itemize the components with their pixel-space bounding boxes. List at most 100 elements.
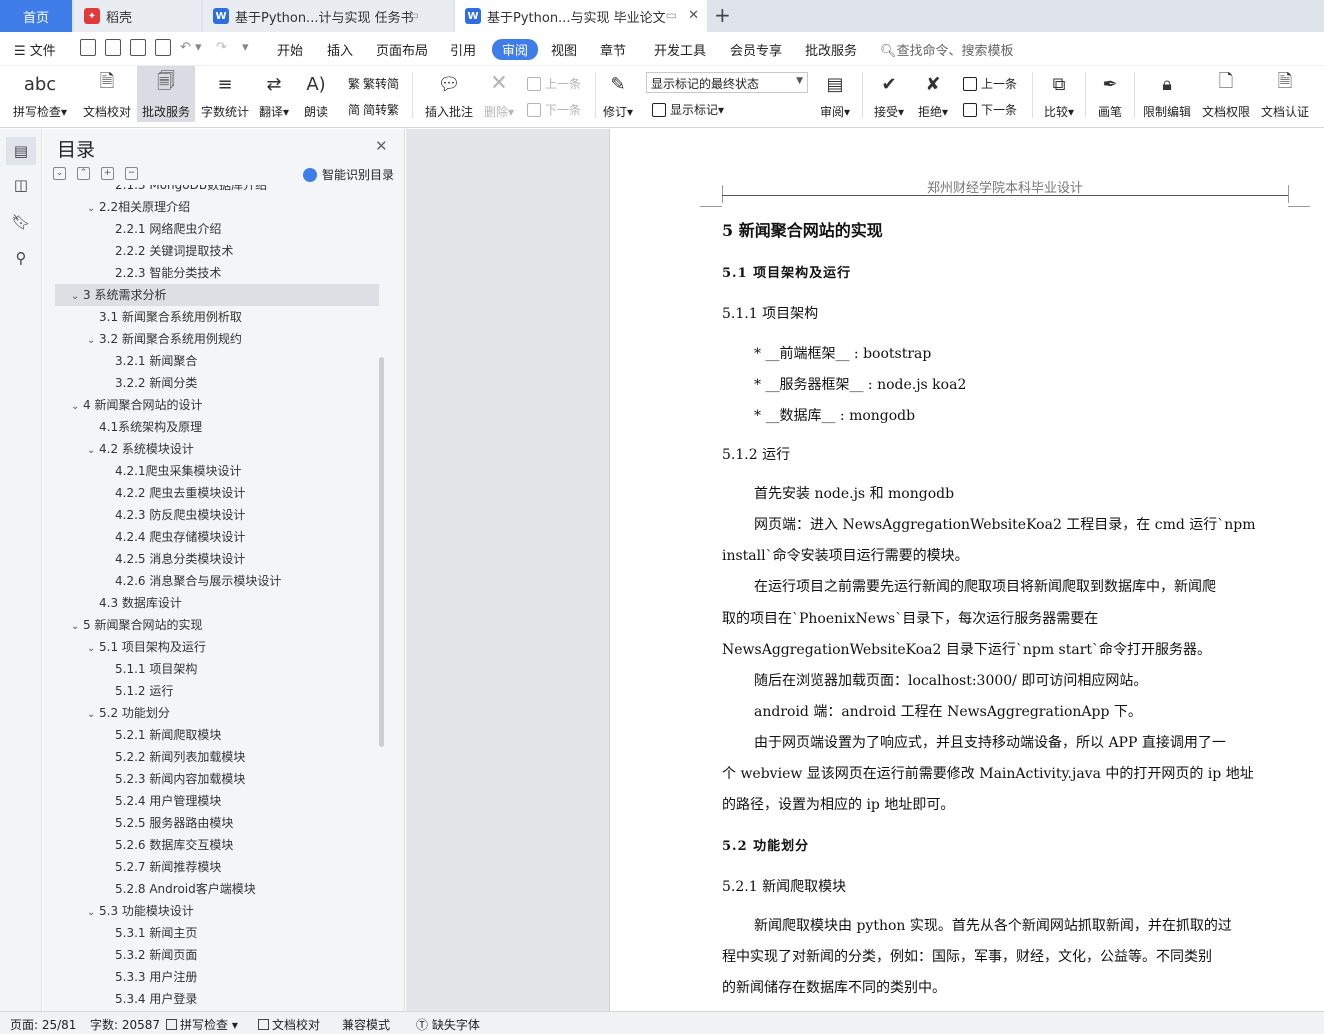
review-service-button[interactable]: 🗐 批改服务: [137, 66, 195, 122]
tab-document-1[interactable]: W 基于Python...计与实现 任务书 ▭: [203, 0, 453, 32]
menu-references[interactable]: 引用: [450, 40, 476, 59]
chevron-down-icon[interactable]: ⌄: [71, 616, 83, 638]
toc-item[interactable]: ⌄ 2.2相关原理介绍: [55, 196, 379, 218]
remove-level-icon[interactable]: −: [125, 167, 138, 180]
more-chevron-icon[interactable]: ▾: [242, 40, 249, 55]
toc-item[interactable]: 4.1系统架构及原理: [55, 416, 379, 438]
menu-chapter[interactable]: 章节: [600, 40, 626, 59]
prev-comment-button[interactable]: 上一条: [527, 75, 581, 92]
doc-permission-button[interactable]: 🗋 文档权限: [1199, 66, 1253, 122]
toc-item[interactable]: 5.3.1 新闻主页: [55, 922, 379, 944]
chevron-down-icon[interactable]: ⌄: [87, 440, 99, 462]
toc-item[interactable]: ⌄ 3.2 新闻聚合系统用例规约: [55, 328, 379, 350]
print-icon[interactable]: [130, 39, 146, 56]
pen-button[interactable]: ✒ 画笔: [1092, 66, 1128, 122]
toc-item[interactable]: 4.2.2 爬虫去重模块设计: [55, 482, 379, 504]
translate-button[interactable]: ⇄ 翻译▾: [254, 66, 294, 122]
toc-item[interactable]: 5.3.2 新闻页面: [55, 944, 379, 966]
toc-item[interactable]: 4.2.4 爬虫存储模块设计: [55, 526, 379, 548]
toc-item[interactable]: 5.2.7 新闻推荐模块: [55, 856, 379, 878]
toc-item[interactable]: 4.2.5 消息分类模块设计: [55, 548, 379, 570]
spellcheck-button[interactable]: abc 拼写检查▾: [8, 66, 72, 122]
menu-review-service[interactable]: 批改服务: [805, 40, 857, 59]
toc-item[interactable]: ⌄ 4.2 系统模块设计: [55, 438, 379, 460]
tab-pin-icon[interactable]: ▭: [666, 8, 677, 22]
toc-item[interactable]: 3.2.2 新闻分类: [55, 372, 379, 394]
toc-item[interactable]: 5.2.4 用户管理模块: [55, 790, 379, 812]
toc-item[interactable]: 5.2.5 服务器路由模块: [55, 812, 379, 834]
tab-home[interactable]: 首页: [0, 0, 72, 32]
toc-item[interactable]: ⌄ 3 系统需求分析: [55, 284, 379, 306]
toc-item[interactable]: 4.2.3 防反爬虫模块设计: [55, 504, 379, 526]
word-count-button[interactable]: ≡ 字数统计: [197, 66, 253, 122]
chevron-down-icon[interactable]: ⌄: [87, 704, 99, 726]
delete-comment-button[interactable]: 🗙 删除▾: [480, 66, 518, 122]
trad-to-simp-button[interactable]: 繁繁转简: [348, 75, 399, 92]
tab-document-2[interactable]: W 基于Python...与实现 毕业论文 ▭ ✕: [455, 0, 707, 32]
doc-certify-button[interactable]: 🗎 文档认证: [1258, 66, 1312, 122]
collapse-all-icon[interactable]: ⌃: [77, 167, 90, 180]
restrict-edit-button[interactable]: 🔒︎ 限制编辑: [1140, 66, 1194, 122]
toc-item[interactable]: 2.2.3 智能分类技术: [55, 262, 379, 284]
toc-item[interactable]: 2.1.3 MongoDB数据库介绍: [55, 185, 379, 196]
compare-button[interactable]: ⧉ 比较▾: [1040, 66, 1078, 122]
tab-pin-icon[interactable]: ▭: [408, 8, 419, 22]
next-comment-button[interactable]: 下一条: [527, 101, 581, 118]
toc-item[interactable]: 2.2.2 关键词提取技术: [55, 240, 379, 262]
add-level-icon[interactable]: +: [101, 167, 114, 180]
smart-toc-button[interactable]: 智能识别目录: [303, 166, 394, 183]
redo-icon[interactable]: ↷: [216, 40, 227, 55]
toc-item[interactable]: 5.1.2 运行: [55, 680, 379, 702]
chevron-down-icon[interactable]: ⌄: [87, 330, 99, 352]
toc-item[interactable]: 5.2.6 数据库交互模块: [55, 834, 379, 856]
read-aloud-button[interactable]: A) 朗读: [298, 66, 334, 122]
chevron-down-icon[interactable]: ⌄: [87, 198, 99, 220]
menu-start[interactable]: 开始: [277, 40, 303, 59]
chevron-down-icon[interactable]: ⌄: [87, 902, 99, 924]
next-change-button[interactable]: 下一条: [963, 101, 1017, 118]
undo-icon[interactable]: ↶ ▾: [180, 40, 202, 55]
toc-item[interactable]: 5.3.3 用户注册: [55, 966, 379, 988]
toc-item[interactable]: ⌄ 4 新闻聚合网站的设计: [55, 394, 379, 416]
toc-item[interactable]: 3.2.1 新闻聚合: [55, 350, 379, 372]
toc-item[interactable]: 5.3.4 用户登录: [55, 988, 379, 1010]
missing-font-status[interactable]: Ⓣ 缺失字体: [416, 1016, 480, 1033]
toc-item[interactable]: 5.2.3 新闻内容加载模块: [55, 768, 379, 790]
insert-comment-button[interactable]: 💬︎ 插入批注: [422, 66, 476, 122]
review-pane-button[interactable]: ▤ 审阅▾: [815, 66, 855, 122]
simp-to-trad-button[interactable]: 简简转繁: [348, 101, 399, 118]
menu-dev-tools[interactable]: 开发工具: [654, 40, 706, 59]
doc-check-button[interactable]: 🗎 文档校对: [78, 66, 136, 122]
document-page[interactable]: 郑州财经学院本科毕业设计 5 新闻聚合网站的实现 5.1 项目架构及运行 5.1…: [609, 129, 1324, 1011]
accept-button[interactable]: ✔ 接受▾: [870, 66, 908, 122]
menu-view[interactable]: 视图: [551, 40, 577, 59]
expand-all-icon[interactable]: ⌄: [53, 167, 66, 180]
toc-item[interactable]: ⌄ 5.1 项目架构及运行: [55, 636, 379, 658]
menu-page-layout[interactable]: 页面布局: [376, 40, 428, 59]
show-markup-button[interactable]: 显示标记 ▾: [652, 101, 724, 118]
toc-item[interactable]: 5.2.1 新闻爬取模块: [55, 724, 379, 746]
new-tab-button[interactable]: +: [714, 3, 731, 27]
toc-item[interactable]: 3.1 新闻聚合系统用例析取: [55, 306, 379, 328]
markup-state-select[interactable]: 显示标记的最终状态 ▼: [646, 72, 808, 93]
chapter-nav-icon[interactable]: ◫: [11, 175, 31, 195]
chevron-down-icon[interactable]: ⌄: [71, 396, 83, 418]
search-icon[interactable]: ⚲: [11, 248, 31, 268]
menu-member[interactable]: 会员专享: [730, 40, 782, 59]
chevron-down-icon[interactable]: ⌄: [71, 286, 83, 308]
toc-item[interactable]: 4.2.1爬虫采集模块设计: [55, 460, 379, 482]
reject-button[interactable]: ✘ 拒绝▾: [914, 66, 952, 122]
toc-item[interactable]: 5.1.1 项目架构: [55, 658, 379, 680]
toc-item[interactable]: ⌄ 5.3 功能模块设计: [55, 900, 379, 922]
word-count-indicator[interactable]: 字数: 20587: [90, 1016, 160, 1033]
proofread-status[interactable]: 文档校对: [258, 1016, 320, 1033]
toc-item[interactable]: 5.2.8 Android客户端模块: [55, 878, 379, 900]
toc-item[interactable]: ⌄ 5 新闻聚合网站的实现: [55, 614, 379, 636]
page-indicator[interactable]: 页面: 25/81: [10, 1016, 76, 1033]
file-menu[interactable]: ☰ 文件: [14, 40, 56, 59]
close-icon[interactable]: ✕: [375, 137, 388, 155]
toc-item[interactable]: 2.2.1 网络爬虫介绍: [55, 218, 379, 240]
print-preview-icon[interactable]: [155, 39, 171, 56]
save-icon[interactable]: [80, 39, 96, 56]
toc-item[interactable]: 5.2.2 新闻列表加载模块: [55, 746, 379, 768]
